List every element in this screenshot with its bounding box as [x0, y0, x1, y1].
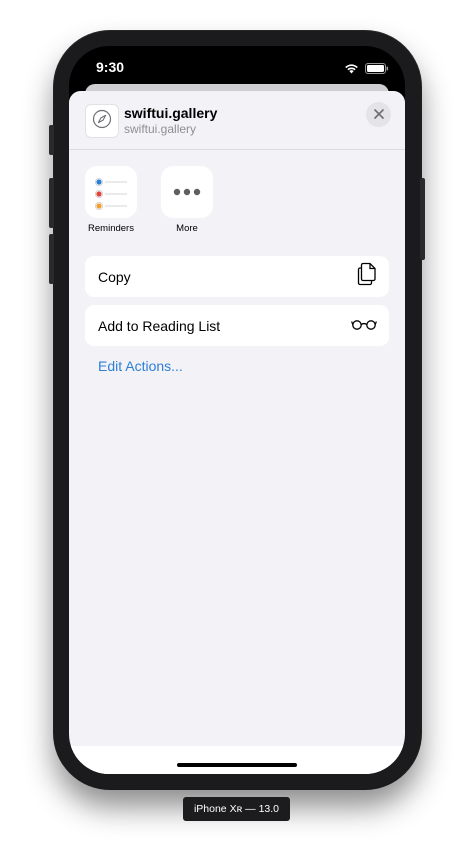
- wifi-icon: [344, 61, 359, 79]
- glasses-icon: [351, 317, 377, 335]
- site-url: swiftui.gallery: [124, 122, 197, 136]
- site-title: swiftui.gallery: [124, 105, 218, 121]
- notch: [149, 46, 325, 74]
- more-icon: [161, 166, 213, 218]
- side-button-volume-down: [49, 234, 54, 284]
- action-copy[interactable]: Copy: [85, 256, 389, 297]
- simulator-device-label: iPhone Xʀ — 13.0: [183, 797, 290, 821]
- status-icons: [344, 61, 389, 79]
- side-button-power: [420, 178, 425, 260]
- close-icon: [373, 106, 384, 124]
- app-label-more: More: [176, 223, 198, 234]
- reminders-icon: [85, 166, 137, 218]
- compass-icon: [92, 109, 112, 134]
- app-tile-more[interactable]: More: [161, 166, 213, 234]
- app-tile-reminders[interactable]: Reminders: [85, 166, 137, 234]
- side-button-mute: [49, 125, 54, 155]
- share-sheet: swiftui.gallery swiftui.gallery Reminder…: [69, 91, 405, 774]
- battery-icon: [365, 61, 389, 79]
- action-label-copy: Copy: [98, 268, 131, 285]
- copy-icon: [357, 262, 377, 291]
- edit-actions-link[interactable]: Edit Actions...: [98, 358, 183, 374]
- site-icon: [85, 104, 119, 138]
- share-sheet-header: swiftui.gallery swiftui.gallery: [69, 91, 405, 150]
- side-button-volume-up: [49, 178, 54, 228]
- close-button[interactable]: [366, 102, 391, 127]
- action-add-to-reading-list[interactable]: Add to Reading List: [85, 305, 389, 346]
- app-label-reminders: Reminders: [88, 223, 134, 234]
- screen: 9:30 swiftui.gallery swiftui.gallery Rem…: [69, 46, 405, 774]
- home-area: [69, 746, 405, 774]
- home-indicator[interactable]: [177, 763, 297, 767]
- status-time: 9:30: [96, 59, 125, 75]
- action-label-reading-list: Add to Reading List: [98, 317, 221, 334]
